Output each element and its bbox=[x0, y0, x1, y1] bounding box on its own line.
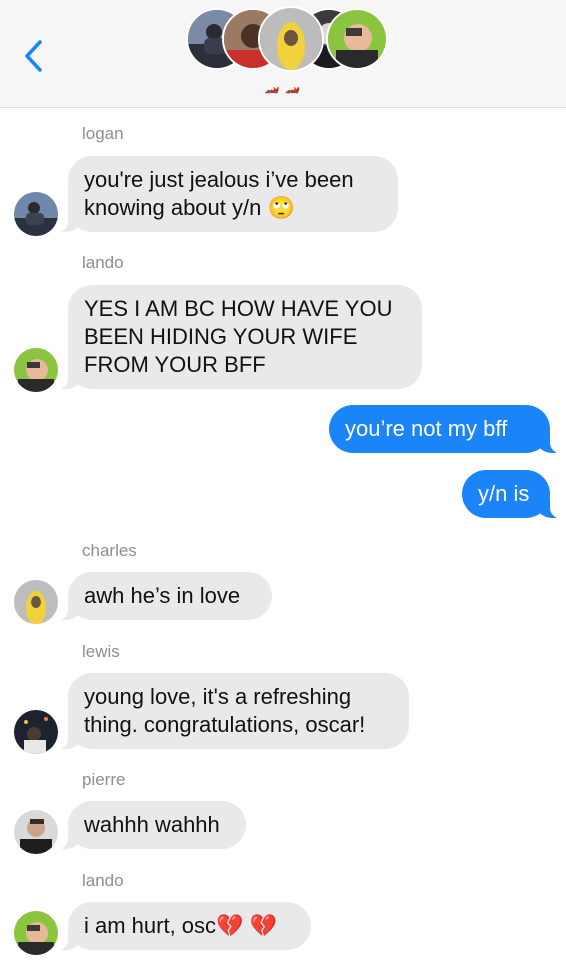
message-bubble-outgoing[interactable]: y/n is bbox=[462, 470, 560, 518]
group-avatar-lando bbox=[326, 8, 388, 70]
avatar-lewis[interactable] bbox=[14, 710, 58, 754]
sender-name-lando: lando bbox=[82, 871, 124, 890]
message-bubble[interactable]: YES I AM BC HOW HAVE YOU BEEN HIDING YOU… bbox=[58, 285, 422, 389]
group-name[interactable]: 🏎️ 🏎️ bbox=[0, 80, 566, 94]
group-avatars[interactable] bbox=[186, 6, 388, 72]
sender-name-pierre: pierre bbox=[82, 770, 126, 789]
avatar-charles[interactable] bbox=[14, 580, 58, 624]
avatar-lando[interactable] bbox=[14, 911, 58, 955]
message-text: i am hurt, osc💔 💔 bbox=[84, 913, 277, 938]
sender-name-logan: logan bbox=[82, 124, 124, 143]
message-text: you’re not my bff bbox=[345, 416, 508, 441]
message-text: YES I AM BC HOW HAVE YOU BEEN HIDING YOU… bbox=[84, 296, 393, 377]
message-bubble[interactable]: you're just jealous i’ve been knowing ab… bbox=[58, 156, 398, 232]
avatar-logan[interactable] bbox=[14, 192, 58, 236]
message-text: awh he’s in love bbox=[84, 583, 241, 608]
conversation-header: 🏎️ 🏎️ bbox=[0, 0, 566, 108]
message-bubble[interactable]: young love, it's a refreshing thing. con… bbox=[58, 673, 409, 749]
message-text: young love, it's a refreshing thing. con… bbox=[84, 684, 366, 737]
message-bubble[interactable]: wahhh wahhh bbox=[58, 801, 246, 849]
sender-name-lewis: lewis bbox=[82, 642, 120, 661]
message-text: wahhh wahhh bbox=[84, 812, 220, 837]
message-bubble[interactable]: i am hurt, osc💔 💔 bbox=[58, 902, 311, 950]
sender-name-charles: charles bbox=[82, 541, 137, 560]
message-text: you're just jealous i’ve been knowing ab… bbox=[84, 167, 354, 220]
group-avatar-charles bbox=[258, 6, 324, 72]
message-bubble-outgoing[interactable]: you’re not my bff bbox=[329, 405, 560, 453]
message-bubble[interactable]: awh he’s in love bbox=[58, 572, 272, 620]
avatar-lando[interactable] bbox=[14, 348, 58, 392]
sender-name-lando: lando bbox=[82, 253, 124, 272]
message-text: y/n is bbox=[478, 481, 530, 506]
avatar-pierre[interactable] bbox=[14, 810, 58, 854]
back-button[interactable] bbox=[20, 36, 50, 76]
chevron-left-icon bbox=[25, 40, 42, 72]
